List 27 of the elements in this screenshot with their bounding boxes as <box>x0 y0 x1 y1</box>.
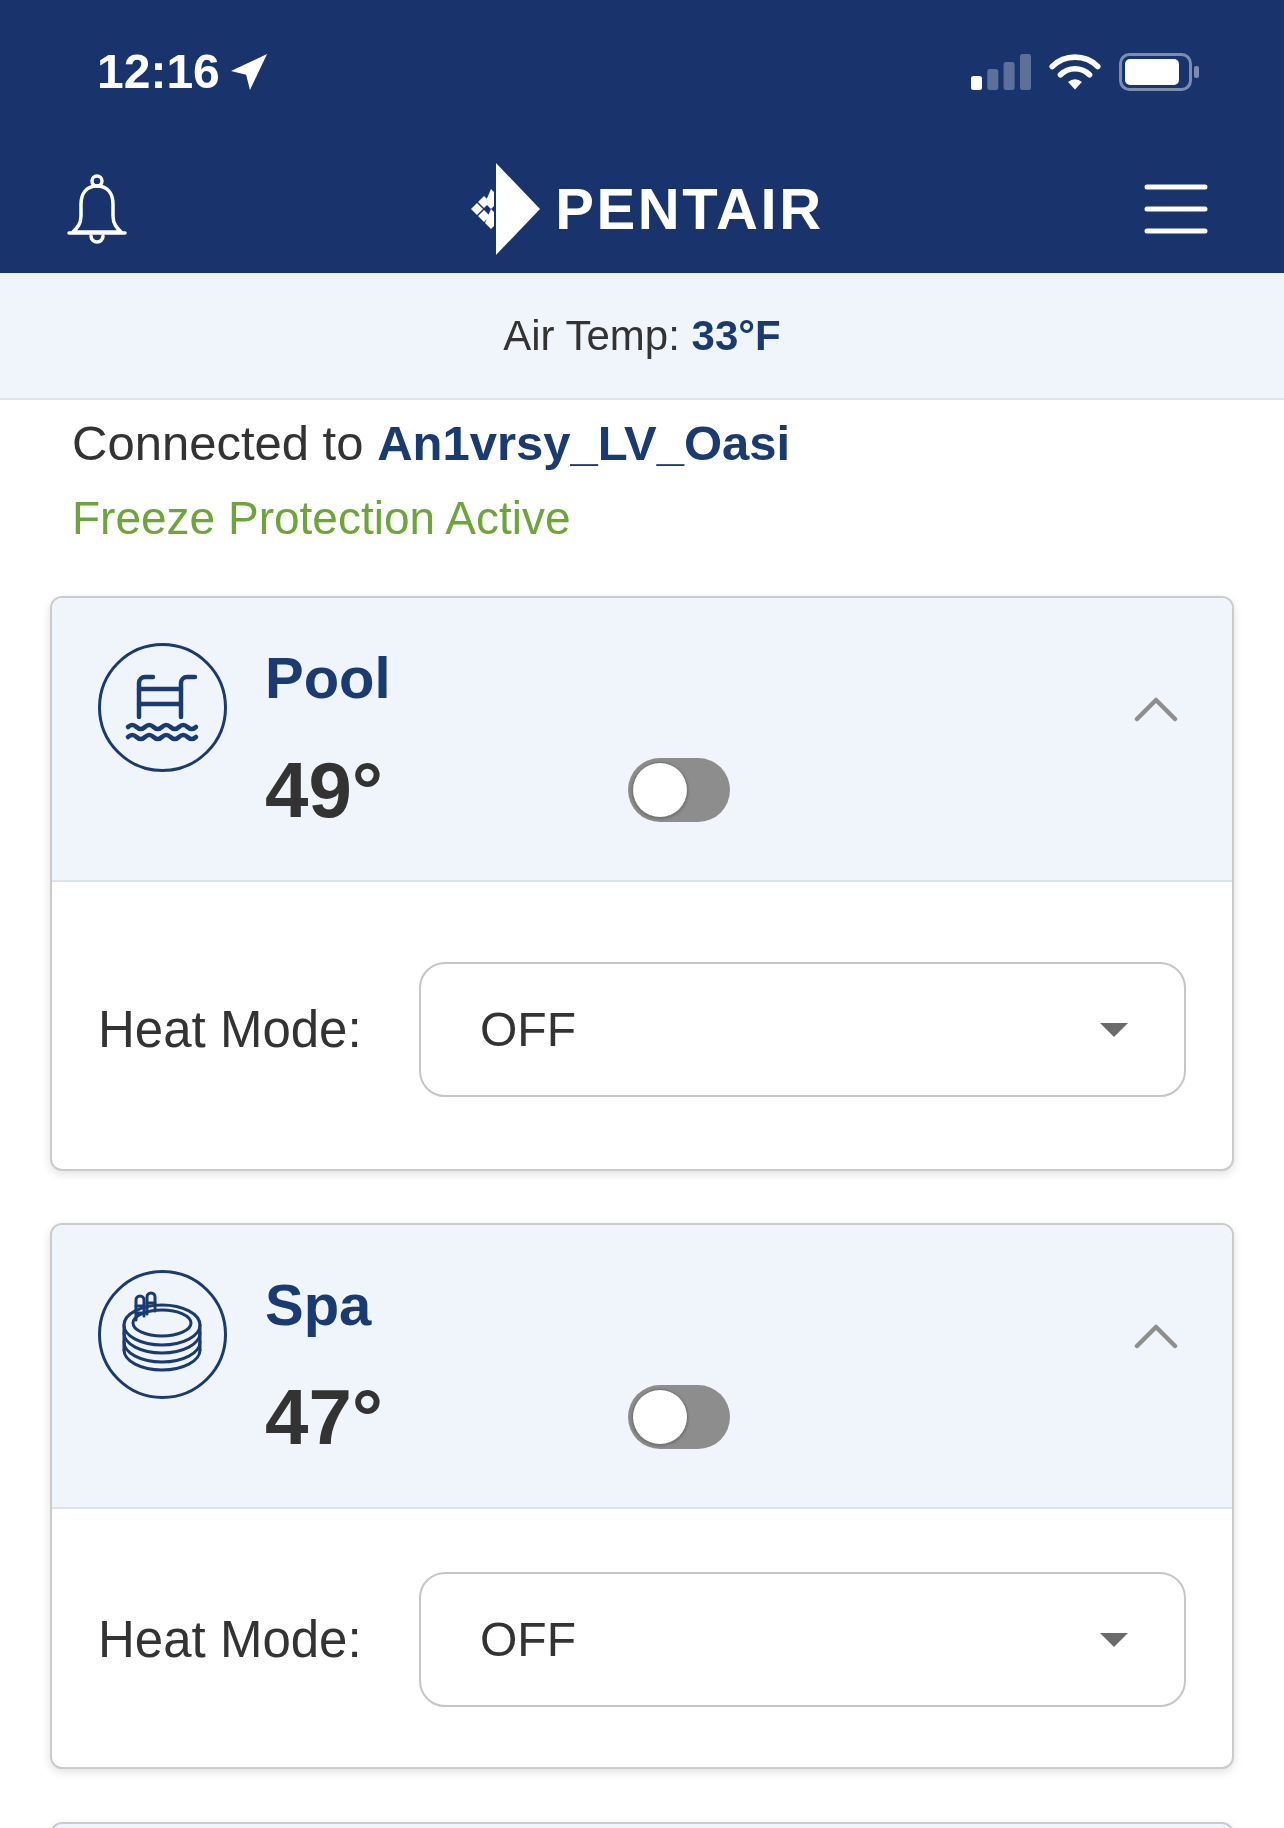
status-time: 12:16 <box>97 44 220 100</box>
connection-text: Connected to An1vrsy_LV_Oasi <box>72 415 791 472</box>
signal-icon <box>971 54 1031 90</box>
card-header[interactable]: Spa 47° <box>52 1225 1232 1507</box>
logo-wordmark: PENTAIR <box>555 176 824 241</box>
pool-ladder-icon <box>98 643 227 772</box>
temperature-reading: 47° <box>265 1372 383 1462</box>
heat-mode-label: Heat Mode: <box>98 1609 362 1670</box>
chevron-icon[interactable] <box>1134 696 1178 722</box>
temperature-reading: 49° <box>265 745 383 835</box>
heat-mode-select[interactable]: OFF <box>419 1572 1186 1707</box>
air-temp-text: Air Temp: 33°F <box>503 310 781 361</box>
chevron-icon[interactable] <box>1134 1323 1178 1349</box>
location-arrow-icon <box>229 53 268 91</box>
card-header[interactable]: Pool 49° <box>52 598 1232 880</box>
body-name: Pool <box>265 644 391 712</box>
caret-icon <box>1100 1632 1128 1647</box>
heat-mode-select[interactable]: OFF <box>419 962 1186 1097</box>
hot-tub-icon <box>98 1270 227 1399</box>
caret-icon <box>1100 1022 1128 1037</box>
logo-mark-icon <box>470 162 541 255</box>
heat-mode-label: Heat Mode: <box>98 999 362 1060</box>
freeze-status-text: Freeze Protection Active <box>72 491 571 546</box>
battery-icon <box>1119 53 1201 91</box>
body-name: Spa <box>265 1271 372 1339</box>
wifi-icon <box>1049 53 1101 91</box>
menu-icon[interactable] <box>1144 183 1208 234</box>
